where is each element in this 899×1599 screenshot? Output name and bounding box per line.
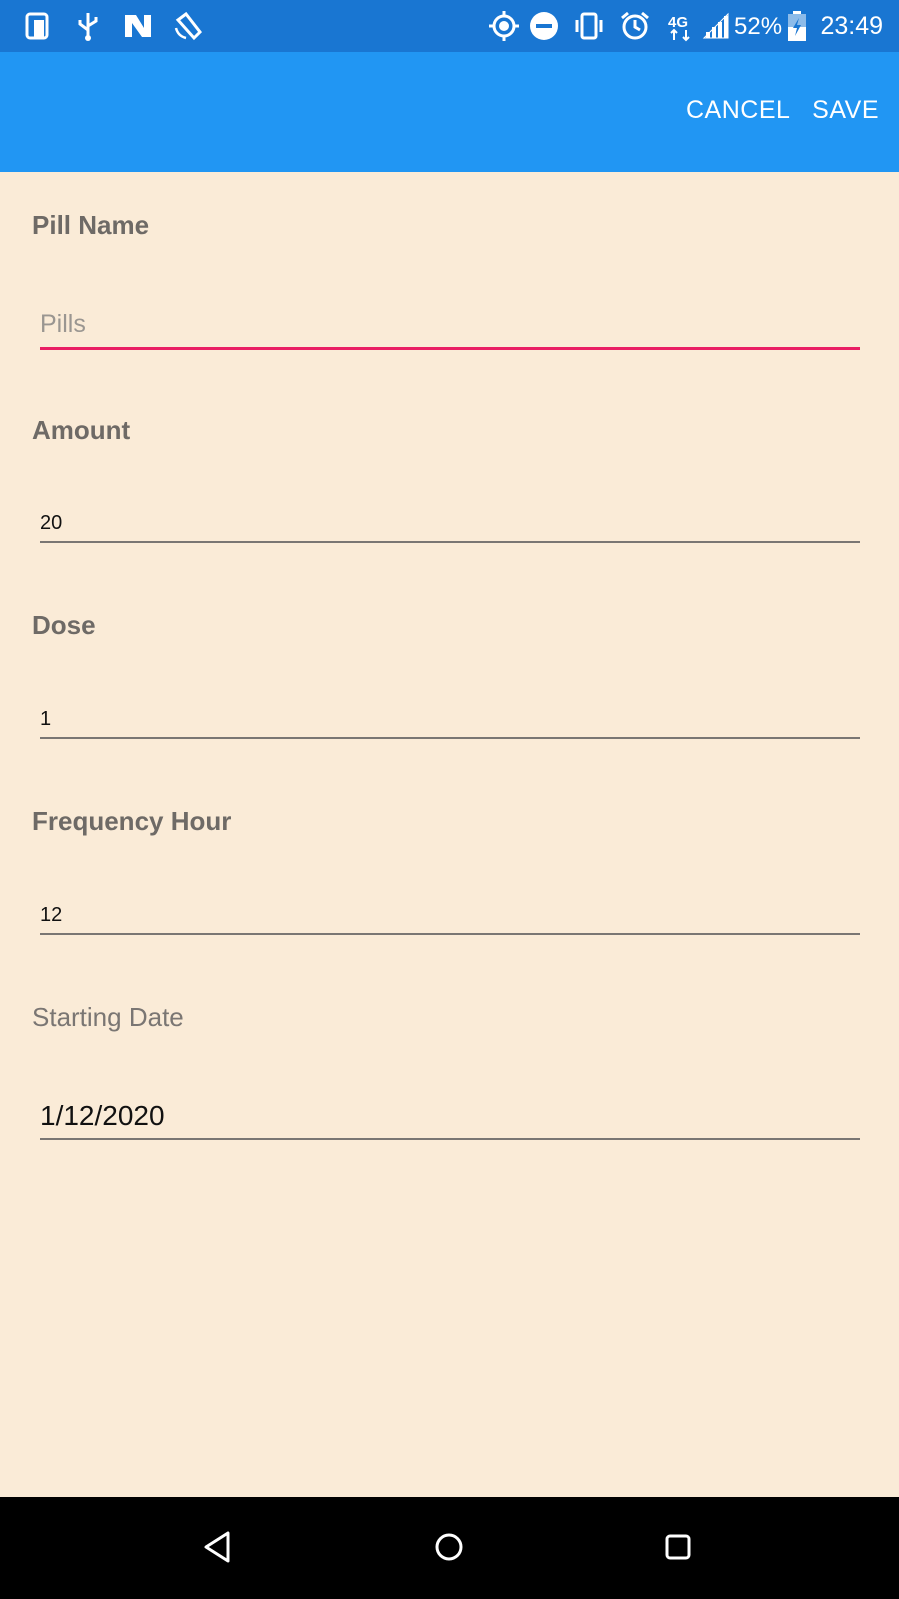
frequency-hour-field[interactable]: 12 xyxy=(40,904,860,935)
app-bar: CANCEL SAVE xyxy=(0,52,899,172)
dose-field[interactable]: 1 xyxy=(40,708,860,739)
back-icon[interactable] xyxy=(200,1527,240,1567)
frequency-hour-label: Frequency Hour xyxy=(32,806,232,836)
do-not-disturb-icon xyxy=(530,12,558,40)
status-bar: 4G 52% 23:49 xyxy=(0,0,899,52)
4g-icon: 4G xyxy=(668,14,690,42)
battery-icon xyxy=(788,11,806,41)
amount-label: Amount xyxy=(32,415,131,445)
save-button[interactable]: SAVE xyxy=(812,96,879,125)
n-app-icon xyxy=(125,15,151,37)
usb-icon xyxy=(78,13,98,41)
satellite-icon xyxy=(174,11,202,41)
amount-field[interactable]: 20 xyxy=(40,512,860,543)
frequency-hour-value: 12 xyxy=(40,904,63,926)
svg-text:4G: 4G xyxy=(668,14,688,31)
signal-icon xyxy=(702,12,729,39)
recents-icon[interactable] xyxy=(658,1527,698,1567)
starting-date-field[interactable]: 1/12/2020 xyxy=(40,1100,860,1140)
screenshot-icon xyxy=(25,12,49,40)
starting-date-value: 1/12/2020 xyxy=(40,1100,165,1131)
navigation-bar xyxy=(0,1497,899,1599)
pill-name-placeholder: Pills xyxy=(40,310,86,338)
home-icon[interactable] xyxy=(429,1527,469,1567)
location-icon xyxy=(489,11,519,41)
cancel-button[interactable]: CANCEL xyxy=(686,96,790,125)
clock: 23:49 xyxy=(820,12,883,40)
pill-name-label: Pill Name xyxy=(32,210,150,240)
starting-date-label: Starting Date xyxy=(32,1002,184,1032)
battery-percent: 52% xyxy=(734,13,783,40)
amount-value: 20 xyxy=(40,512,63,534)
vibrate-icon xyxy=(575,12,603,40)
dose-value: 1 xyxy=(40,708,52,730)
pill-name-field[interactable]: Pills xyxy=(40,310,860,350)
alarm-icon xyxy=(621,11,649,40)
dose-label: Dose xyxy=(32,610,96,640)
